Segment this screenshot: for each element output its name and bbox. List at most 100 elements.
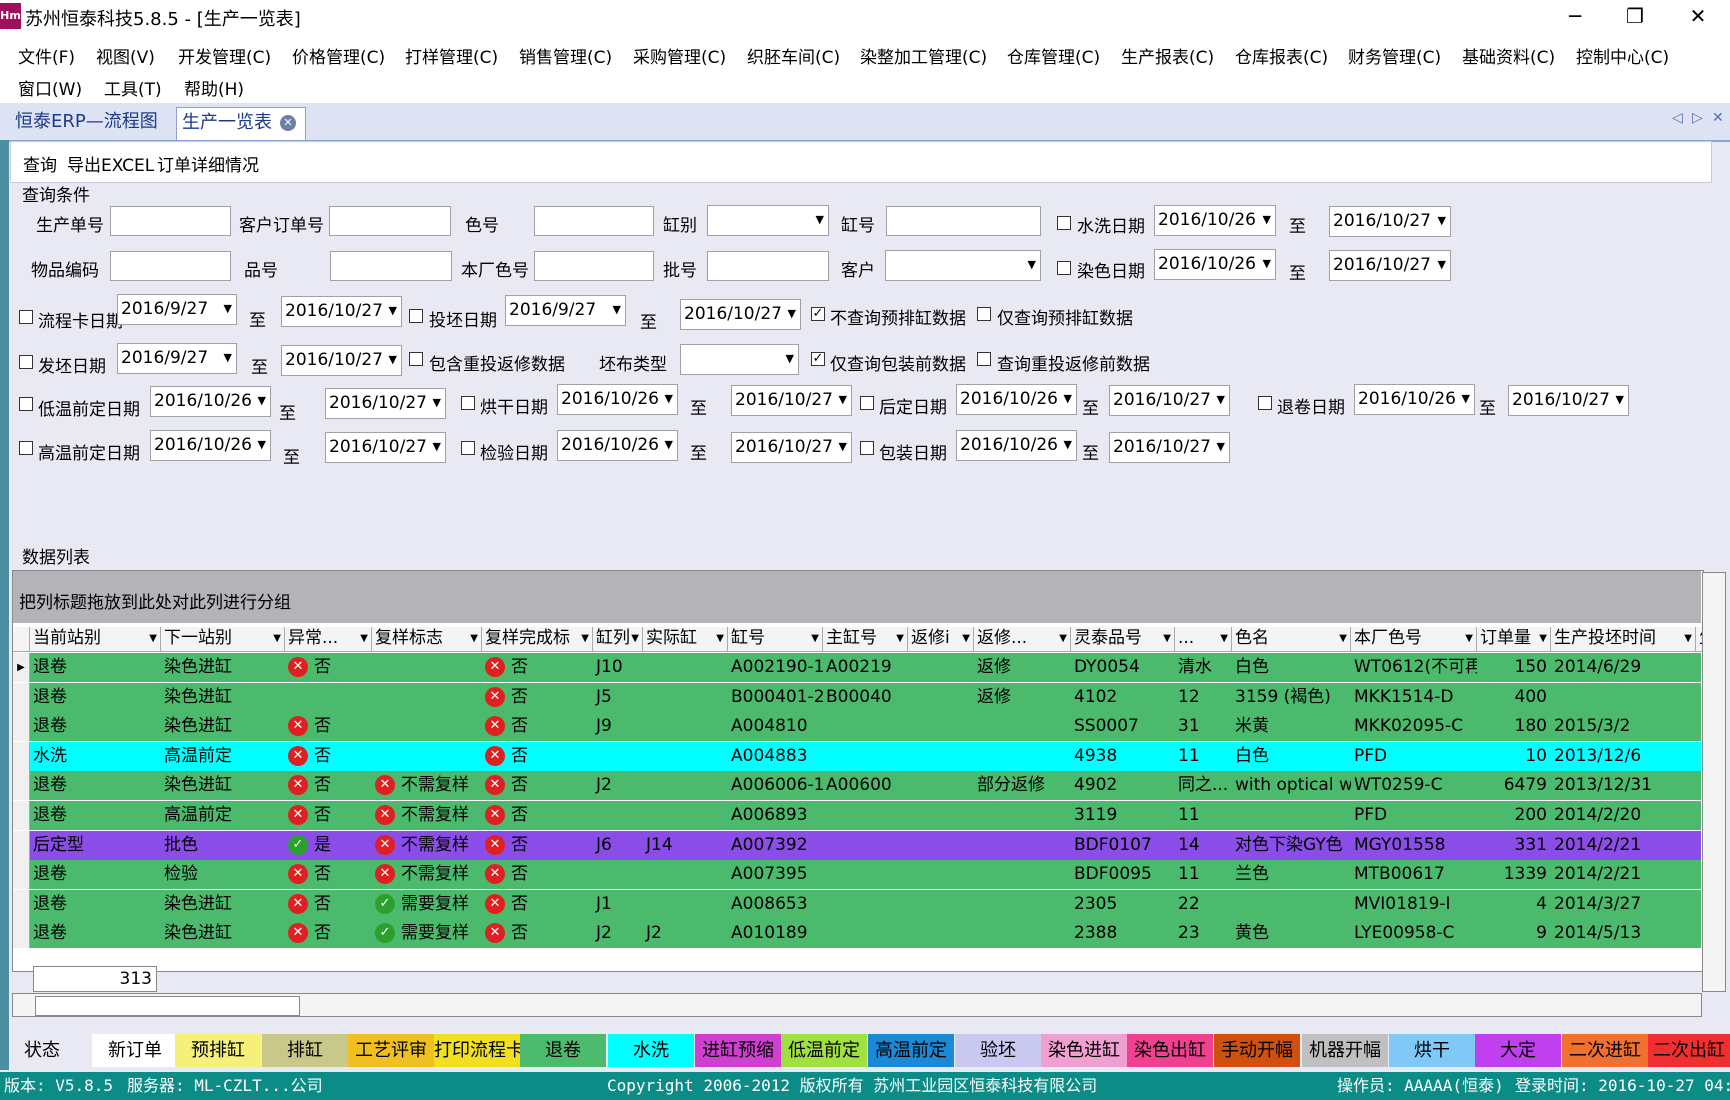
dry-date-from[interactable]: 2016/10/26 ▼	[557, 384, 678, 415]
menu-basic[interactable]: 基础资料(C)	[1462, 43, 1555, 68]
horizontal-scrollbar[interactable]	[12, 993, 1702, 1017]
vertical-scrollbar[interactable]	[1702, 572, 1726, 992]
tab-next-icon[interactable]: ▷	[1692, 110, 1703, 126]
column-header[interactable]: 缸号 ▼	[728, 627, 823, 652]
high-set-date-checkbox[interactable]	[19, 441, 33, 455]
only-prepack-checkbox[interactable]: ✓	[811, 352, 825, 366]
dropdown-arrow-icon[interactable]: ▼	[1163, 627, 1171, 650]
dye-date-from[interactable]: 2016/10/26 ▼	[1154, 249, 1276, 280]
rewind-date-checkbox[interactable]	[1258, 396, 1272, 410]
row-indicator[interactable]	[13, 919, 30, 949]
table-row[interactable]: 水洗 高温前定 ✕ 否 ✕ 否 A004883 4938 11 白色 PFD 10 2013/12/6	[13, 741, 1701, 771]
menu-purchase[interactable]: 采购管理(C)	[633, 43, 726, 68]
dropdown-arrow-icon[interactable]: ▼	[470, 627, 478, 650]
table-row[interactable]: 退卷 染色进缸 ✕ 否 ✓ 需要复样 ✕ 否 J1 A008653 2305 22 MVI01819-I…	[13, 889, 1701, 919]
menu-finance[interactable]: 财务管理(C)	[1348, 43, 1441, 68]
flowcard-date-from[interactable]: 2016/9/27 ▼	[117, 294, 237, 325]
row-indicator[interactable]	[13, 741, 30, 771]
column-header[interactable]: 复样标志 ▼	[372, 627, 482, 652]
color-no-input[interactable]	[534, 206, 654, 236]
no-prearrange-checkbox[interactable]: ✓	[811, 307, 825, 321]
inspect-date-to[interactable]: 2016/10/27 ▼	[731, 432, 852, 463]
query-redo-checkbox[interactable]	[977, 352, 991, 366]
menu-weaving[interactable]: 织胚车间(C)	[747, 43, 840, 68]
menu-dev[interactable]: 开发管理(C)	[178, 43, 271, 68]
dropdown-arrow-icon[interactable]: ▼	[273, 627, 281, 650]
dropdown-arrow-icon[interactable]: ▼	[716, 627, 724, 650]
fabric-type-select[interactable]: ▼	[680, 344, 799, 375]
dry-date-checkbox[interactable]	[461, 396, 475, 410]
flowcard-date-to[interactable]: 2016/10/27 ▼	[281, 296, 402, 327]
customer-select[interactable]: ▼	[885, 250, 1041, 281]
menu-window[interactable]: 窗口(W)	[18, 75, 82, 100]
low-set-date-checkbox[interactable]	[19, 397, 33, 411]
menu-sample[interactable]: 打样管理(C)	[405, 43, 498, 68]
pack-date-checkbox[interactable]	[860, 441, 874, 455]
inspect-date-checkbox[interactable]	[461, 441, 475, 455]
low-set-date-to[interactable]: 2016/10/27 ▼	[325, 388, 446, 419]
column-header[interactable]: ... ▼	[1175, 627, 1232, 652]
column-header[interactable]: 生产投坯时间 ▼	[1551, 627, 1696, 652]
pack-date-to[interactable]: 2016/10/27 ▼	[1109, 432, 1230, 463]
column-header[interactable]: 订单量 ▼	[1477, 627, 1551, 652]
wash-date-checkbox[interactable]	[1057, 216, 1071, 230]
factory-color-input[interactable]	[534, 251, 654, 281]
column-header[interactable]: 色名 ▼	[1232, 627, 1351, 652]
table-row[interactable]: 退卷 染色进缸 ✕ 否 ✕ 不需复样 ✕ 否 J2 A006006-1 A00600 部分返修 4902…	[13, 771, 1701, 801]
table-row[interactable]: 退卷 染色进缸 ✕ 否 ✓ 需要复样 ✕ 否 J2 J2 A010189 2388 23 黄色 LYE009…	[13, 919, 1701, 949]
column-header[interactable]: 返修i ▼	[908, 627, 974, 652]
post-set-date-to[interactable]: 2016/10/27 ▼	[1109, 385, 1230, 416]
dye-date-checkbox[interactable]	[1057, 261, 1071, 275]
restore-button[interactable]: ❐	[1613, 2, 1657, 30]
row-indicator[interactable]	[13, 771, 30, 801]
pack-date-from[interactable]: 2016/10/26 ▼	[956, 430, 1077, 461]
dropdown-arrow-icon[interactable]: ▼	[896, 627, 904, 650]
item-code-input[interactable]	[110, 251, 231, 281]
column-header[interactable]: 灵泰品号 ▼	[1071, 627, 1175, 652]
table-row[interactable]: 退卷 高温前定 ✕ 否 ✕ 不需复样 ✕ 否 A006893 3119 11 PFD 200 2014/2…	[13, 801, 1701, 830]
rewind-date-to[interactable]: 2016/10/27 ▼	[1508, 385, 1629, 416]
prod-no-input[interactable]	[110, 206, 231, 236]
vat-type-select[interactable]: ▼	[707, 205, 829, 236]
row-indicator[interactable]	[13, 860, 30, 890]
dropdown-arrow-icon[interactable]: ▼	[1684, 627, 1692, 650]
column-header[interactable]: 异常... ▼	[285, 627, 372, 652]
item-no-input[interactable]	[330, 251, 452, 281]
tab-production[interactable]: 生产一览表 ✕	[176, 107, 306, 140]
flowcard-date-checkbox[interactable]	[19, 310, 33, 324]
dropdown-arrow-icon[interactable]: ▼	[149, 627, 157, 650]
menu-prod-report[interactable]: 生产报表(C)	[1121, 43, 1214, 68]
dropdown-arrow-icon[interactable]: ▼	[811, 627, 819, 650]
high-set-date-from[interactable]: 2016/10/26 ▼	[150, 430, 271, 461]
table-row[interactable]: ▶ 退卷 染色进缸 ✕ 否 ✕ 否 J10 A002190-1 A00219 返修 DY0054 清水白…	[13, 653, 1701, 682]
dropdown-arrow-icon[interactable]: ▼	[1059, 627, 1067, 650]
close-icon[interactable]: ✕	[280, 115, 296, 131]
table-row[interactable]: 后定型 批色 ✓ 是 ✕ 不需复样 ✕ 否 J6 J14 A007392 BDF0107 14 对色下染G…	[13, 830, 1701, 860]
dropdown-arrow-icon[interactable]: ▼	[1465, 627, 1473, 650]
menu-wh-report[interactable]: 仓库报表(C)	[1235, 43, 1328, 68]
table-row[interactable]: 退卷 检验 ✕ 否 ✕ 不需复样 ✕ 否 A007395 BDF0095 11 兰色 MTB00617 1…	[13, 860, 1701, 890]
high-set-date-to[interactable]: 2016/10/27 ▼	[325, 432, 446, 463]
menu-control[interactable]: 控制中心(C)	[1576, 43, 1669, 68]
scroll-thumb[interactable]	[35, 996, 300, 1016]
dropdown-arrow-icon[interactable]: ▼	[962, 627, 970, 650]
feed-date-checkbox[interactable]	[409, 309, 423, 323]
menu-tools[interactable]: 工具(T)	[104, 75, 162, 100]
column-header[interactable]: 下一站别 ▼	[161, 627, 285, 652]
dropdown-arrow-icon[interactable]: ▼	[1539, 627, 1547, 650]
column-header[interactable]: 当前站别 ▼	[30, 627, 161, 652]
menu-dyeing[interactable]: 染整加工管理(C)	[860, 43, 987, 68]
incl-redo-checkbox[interactable]	[409, 352, 423, 366]
column-header[interactable]: 返修... ▼	[974, 627, 1071, 652]
row-indicator[interactable]	[13, 830, 30, 860]
tab-flowchart[interactable]: 恒泰ERP—流程图✕	[10, 107, 174, 160]
send-date-checkbox[interactable]	[19, 355, 33, 369]
low-set-date-from[interactable]: 2016/10/26 ▼	[150, 386, 271, 417]
query-button[interactable]: 查询	[23, 151, 57, 176]
tab-close-icon[interactable]: ✕	[1712, 110, 1724, 126]
send-date-from[interactable]: 2016/9/27 ▼	[117, 343, 237, 374]
post-set-date-checkbox[interactable]	[860, 396, 874, 410]
wash-date-to[interactable]: 2016/10/27 ▼	[1329, 206, 1451, 237]
column-header[interactable]: 本厂色号 ▼	[1351, 627, 1477, 652]
column-header[interactable]: 实际缸 ▼	[643, 627, 728, 652]
